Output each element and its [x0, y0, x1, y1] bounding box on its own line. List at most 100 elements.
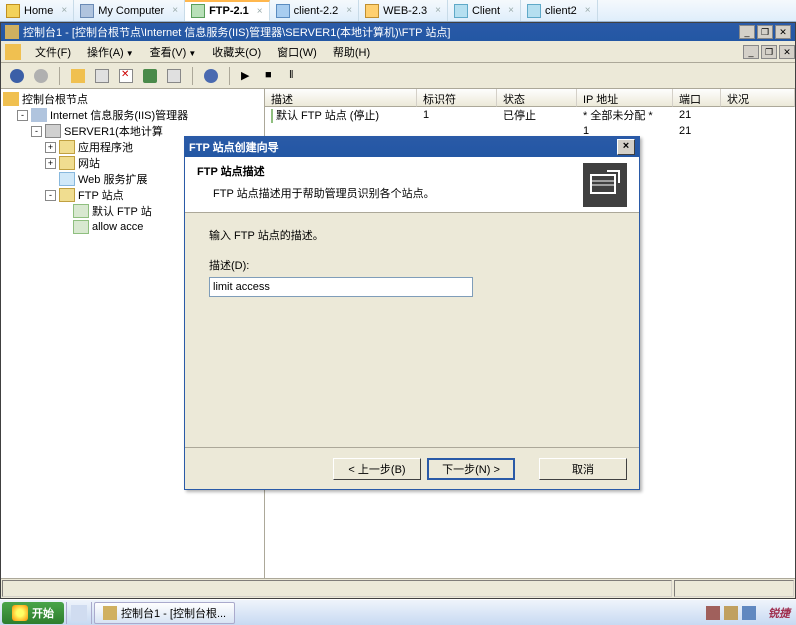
client-icon [276, 4, 290, 18]
col-port[interactable]: 端口 [673, 89, 721, 107]
back-button[interactable]: < 上一步(B) [333, 458, 421, 480]
status-box [2, 580, 672, 597]
system-tray [700, 602, 762, 624]
tab-home[interactable]: Home× [0, 0, 74, 21]
wizard-footer: < 上一步(B) 下一步(N) > 取消 [185, 447, 639, 489]
refresh-icon [143, 69, 157, 83]
title-bar: 控制台1 - [控制台根节点\Internet 信息服务(IIS)管理器\SER… [1, 23, 795, 41]
tab-web23[interactable]: WEB-2.3× [359, 0, 448, 21]
tray-icon[interactable] [706, 606, 720, 620]
next-button[interactable]: 下一步(N) > [427, 458, 515, 480]
help-icon [204, 69, 218, 83]
col-id[interactable]: 标识符 [417, 89, 497, 107]
folder-icon [59, 156, 75, 170]
close-button[interactable]: ✕ [775, 25, 791, 39]
close-icon[interactable]: × [508, 5, 514, 16]
client-icon [454, 4, 468, 18]
stop-button[interactable]: ■ [262, 66, 282, 86]
ftp-site-icon [73, 220, 89, 234]
tab-client22[interactable]: client-2.2× [270, 0, 359, 21]
ftp-site-icon [73, 204, 89, 218]
pause-button[interactable]: ‖ [286, 66, 306, 86]
col-status[interactable]: 状态 [497, 89, 577, 107]
menu-help[interactable]: 帮助(H) [325, 42, 378, 62]
brand-label: 锐捷 [762, 605, 796, 621]
forward-button[interactable] [31, 66, 51, 86]
web-icon [365, 4, 379, 18]
tab-my-computer[interactable]: My Computer× [74, 0, 185, 21]
web-icon [59, 172, 75, 186]
start-button[interactable]: 开始 [2, 602, 64, 624]
status-bar [1, 578, 795, 598]
ftp-wizard-dialog: FTP 站点创建向导 × FTP 站点描述 FTP 站点描述用于帮助管理员识别各… [184, 136, 640, 490]
menu-window[interactable]: 窗口(W) [269, 42, 325, 62]
tree-root[interactable]: 控制台根节点 [3, 91, 262, 107]
wizard-subheading: FTP 站点描述用于帮助管理员识别各个站点。 [213, 188, 435, 200]
collapse-icon[interactable]: - [45, 190, 56, 201]
menu-file[interactable]: 文件(F) [27, 42, 79, 62]
play-icon: ▶ [241, 69, 255, 83]
menu-action[interactable]: 操作(A)▼ [79, 42, 142, 62]
wizard-heading: FTP 站点描述 [197, 163, 583, 179]
quick-launch [66, 602, 92, 624]
close-icon[interactable]: × [61, 5, 67, 16]
menu-favorites[interactable]: 收藏夹(O) [204, 42, 269, 62]
close-icon[interactable]: × [435, 5, 441, 16]
up-button[interactable] [68, 66, 88, 86]
tray-icon[interactable] [724, 606, 738, 620]
wizard-close-button[interactable]: × [617, 139, 635, 155]
refresh-button[interactable] [140, 66, 160, 86]
list-row[interactable]: 默认 FTP 站点 (停止) 1 已停止 * 全部未分配 * 21 [265, 107, 795, 123]
props-button[interactable] [92, 66, 112, 86]
help2-button[interactable] [201, 66, 221, 86]
app-icon [5, 25, 19, 39]
wizard-title: FTP 站点创建向导 [189, 139, 279, 155]
back-icon [10, 69, 24, 83]
col-desc[interactable]: 描述 [265, 89, 417, 107]
cancel-button[interactable]: 取消 [539, 458, 627, 480]
expand-icon[interactable]: + [45, 158, 56, 169]
collapse-icon[interactable]: - [17, 110, 28, 121]
status-box [674, 580, 794, 597]
tab-client[interactable]: Client× [448, 0, 521, 21]
close-icon[interactable]: × [346, 5, 352, 16]
taskbar-item[interactable]: 控制台1 - [控制台根... [94, 602, 235, 624]
col-ip[interactable]: IP 地址 [577, 89, 673, 107]
export-icon [167, 69, 181, 83]
collapse-icon[interactable]: - [31, 126, 42, 137]
export-button[interactable] [164, 66, 184, 86]
tray-icon[interactable] [742, 606, 756, 620]
play-button[interactable]: ▶ [238, 66, 258, 86]
back-button[interactable] [7, 66, 27, 86]
list-icon [95, 69, 109, 83]
close-icon[interactable]: × [172, 5, 178, 16]
window-title: 控制台1 - [控制台根节点\Internet 信息服务(IIS)管理器\SER… [23, 24, 450, 40]
close-icon[interactable]: × [257, 6, 263, 17]
wizard-body: 输入 FTP 站点的描述。 描述(D): [185, 213, 639, 447]
description-input[interactable] [209, 277, 473, 297]
menu-bar: 文件(F) 操作(A)▼ 查看(V)▼ 收藏夹(O) 窗口(W) 帮助(H) _… [1, 41, 795, 63]
delete-icon [119, 69, 133, 83]
col-state[interactable]: 状况 [721, 89, 795, 107]
browser-tab-bar: Home× My Computer× FTP-2.1× client-2.2× … [0, 0, 796, 22]
menu-view[interactable]: 查看(V)▼ [142, 42, 205, 62]
tab-client2[interactable]: client2× [521, 0, 598, 21]
expand-icon[interactable]: + [45, 142, 56, 153]
description-label: 描述(D): [209, 257, 615, 273]
child-restore-button[interactable]: ❐ [761, 45, 777, 59]
show-desktop-icon[interactable] [71, 605, 87, 621]
maximize-button[interactable]: ❐ [757, 25, 773, 39]
folder-icon [59, 188, 75, 202]
folder-icon [3, 92, 19, 106]
child-close-button[interactable]: ✕ [779, 45, 795, 59]
tab-ftp21[interactable]: FTP-2.1× [185, 0, 270, 21]
delete-button[interactable] [116, 66, 136, 86]
tree-iis[interactable]: -Internet 信息服务(IIS)管理器 [3, 107, 262, 123]
windows-icon [12, 605, 28, 621]
minimize-button[interactable]: _ [739, 25, 755, 39]
wizard-title-bar[interactable]: FTP 站点创建向导 × [185, 137, 639, 157]
ftp-icon [191, 4, 205, 18]
close-icon[interactable]: × [585, 5, 591, 16]
ftp-site-icon [271, 109, 273, 123]
child-minimize-button[interactable]: _ [743, 45, 759, 59]
